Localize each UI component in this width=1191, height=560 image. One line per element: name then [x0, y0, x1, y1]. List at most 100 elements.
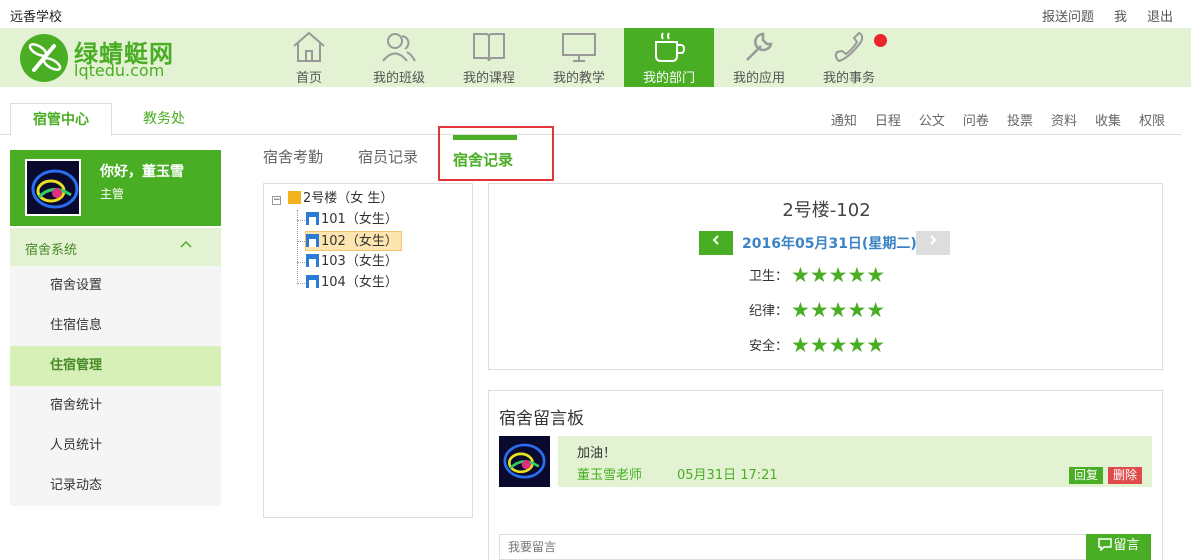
tab-academic-office[interactable]: 教务处 — [126, 103, 202, 136]
post-message-button[interactable]: 留言 — [1086, 534, 1151, 560]
subnav-vote[interactable]: 投票 — [1007, 110, 1033, 129]
top-utility-bar: 远香学校 报送问题 我 退出 — [0, 0, 1191, 28]
tree-collapse-toggle[interactable]: − — [272, 196, 281, 205]
message-board: 宿舍留言板 加油！ 董玉雪老师 05月31日 17:21 回复 删除 留言 — [488, 390, 1163, 560]
tab-dorm-center[interactable]: 宿管中心 — [10, 103, 112, 136]
tree-connector — [297, 210, 298, 284]
message-item: 加油！ 董玉雪老师 05月31日 17:21 回复 删除 — [558, 436, 1152, 487]
tab-dorm-records[interactable]: 宿舍记录 — [453, 149, 513, 170]
report-issue-link[interactable]: 报送问题 — [1042, 6, 1094, 25]
school-name: 远香学校 — [10, 10, 63, 25]
nav-my-courses[interactable]: 我的课程 — [444, 28, 534, 87]
nav-label: 我的事务 — [822, 71, 875, 86]
reply-button[interactable]: 回复 — [1069, 467, 1103, 484]
subnav-documents[interactable]: 公文 — [919, 110, 945, 129]
room-icon — [306, 275, 319, 288]
avatar — [499, 436, 550, 487]
nav-label: 我的部门 — [642, 71, 695, 86]
score-label: 安全： — [749, 339, 789, 354]
tree-node-room[interactable]: 104（女生） — [306, 273, 398, 293]
sidebar-section-label: 宿舍系统 — [25, 243, 78, 258]
chevron-right-icon — [930, 235, 937, 245]
subnav-collect[interactable]: 收集 — [1095, 110, 1121, 129]
top-links: 报送问题 我 退出 — [1042, 6, 1173, 25]
main-nav: 首页 我的班级 我的课程 我的教学 我的部门 我的应用 我的事务 — [264, 28, 894, 87]
room-title: 2号楼-102 — [782, 200, 871, 221]
nav-label: 我的班级 — [372, 71, 425, 86]
tree-node-room-selected[interactable]: 102（女生） — [305, 231, 402, 251]
tab-resident-records[interactable]: 宿员记录 — [358, 146, 418, 167]
logo[interactable]: 绿蜻蜓网 lqtedu.com — [18, 30, 258, 84]
nav-my-teaching[interactable]: 我的教学 — [534, 28, 624, 87]
next-day-button[interactable] — [916, 231, 950, 255]
chevron-up-icon — [180, 240, 192, 248]
active-tab-indicator — [453, 135, 517, 140]
tree-node-room[interactable]: 103（女生） — [306, 252, 398, 272]
subnav-schedule[interactable]: 日程 — [875, 110, 901, 129]
logout-link[interactable]: 退出 — [1147, 6, 1173, 25]
avatar[interactable] — [25, 159, 81, 216]
message-input[interactable] — [499, 534, 1087, 560]
home-icon — [293, 31, 325, 62]
department-tabs: 宿管中心 教务处 通知 日程 公文 问卷 投票 资料 收集 权限 — [0, 101, 1181, 136]
nav-my-class[interactable]: 我的班级 — [354, 28, 444, 87]
sidebar-item-dorm-settings[interactable]: 宿舍设置 — [10, 266, 221, 306]
tree-node-room[interactable]: 101（女生） — [306, 210, 398, 230]
sidebar-item-dorm-stats[interactable]: 宿舍统计 — [10, 386, 221, 426]
cup-icon — [655, 32, 686, 62]
header: 绿蜻蜓网 lqtedu.com 首页 我的班级 我的课程 我的教学 我的部门 我… — [0, 28, 1191, 87]
tree-node-building[interactable]: 2号楼（女 生） — [288, 189, 393, 209]
nav-label: 我的应用 — [732, 71, 785, 86]
people-icon — [382, 33, 416, 62]
sub-nav: 通知 日程 公文 问卷 投票 资料 收集 权限 — [831, 110, 1165, 129]
sidebar-item-record-activity[interactable]: 记录动态 — [10, 466, 221, 506]
sidebar-item-people-stats[interactable]: 人员统计 — [10, 426, 221, 466]
dorm-record-panel: 2号楼-102 2016年05月31日(星期二) 卫生： ★★★★★ 纪律： ★… — [488, 183, 1163, 370]
nav-label: 我的课程 — [462, 71, 515, 86]
user-card: 你好，董玉雪 主管 — [10, 150, 221, 226]
sidebar-item-lodging-info[interactable]: 住宿信息 — [10, 306, 221, 346]
chevron-left-icon — [712, 235, 719, 245]
room-icon — [306, 212, 319, 225]
sidebar-section-dorm-system[interactable]: 宿舍系统 — [10, 228, 221, 266]
delete-button[interactable]: 删除 — [1108, 467, 1142, 484]
subnav-files[interactable]: 资料 — [1051, 110, 1077, 129]
user-role: 主管 — [100, 187, 125, 201]
room-icon — [306, 234, 319, 247]
message-time: 05月31日 17:21 — [677, 468, 778, 483]
user-greeting: 你好，董玉雪 — [100, 164, 184, 180]
subnav-survey[interactable]: 问卷 — [963, 110, 989, 129]
dragonfly-logo-icon — [20, 34, 68, 82]
current-date: 2016年05月31日(星期二) — [742, 236, 917, 252]
nav-label: 我的教学 — [552, 71, 605, 86]
monitor-icon — [562, 33, 596, 62]
nav-my-department[interactable]: 我的部门 — [624, 28, 714, 87]
message-author[interactable]: 董玉雪老师 — [577, 464, 642, 483]
logo-text-en: lqtedu.com — [74, 61, 165, 80]
nav-my-apps[interactable]: 我的应用 — [714, 28, 804, 87]
date-navigator: 2016年05月31日(星期二) — [699, 231, 951, 255]
me-link[interactable]: 我 — [1114, 6, 1127, 25]
room-icon — [306, 254, 319, 267]
message-text: 加油！ — [577, 446, 617, 461]
sidebar-menu: 宿舍设置 住宿信息 住宿管理 宿舍统计 人员统计 记录动态 — [10, 266, 221, 506]
prev-day-button[interactable] — [699, 231, 733, 255]
message-board-title: 宿舍留言板 — [499, 409, 584, 429]
nav-label: 首页 — [295, 71, 322, 86]
score-label: 卫生： — [749, 269, 789, 284]
star-rating[interactable]: ★★★★★ — [791, 334, 885, 356]
notification-dot — [874, 34, 887, 47]
score-label: 纪律： — [749, 304, 789, 319]
sidebar-item-lodging-management[interactable]: 住宿管理 — [10, 346, 221, 386]
star-rating[interactable]: ★★★★★ — [791, 299, 885, 321]
building-icon — [288, 191, 301, 204]
wrench-icon — [746, 32, 773, 61]
book-icon — [473, 33, 505, 62]
tab-dorm-attendance[interactable]: 宿舍考勤 — [263, 146, 323, 167]
subnav-notice[interactable]: 通知 — [831, 110, 857, 129]
nav-home[interactable]: 首页 — [264, 28, 354, 87]
phone-icon — [834, 31, 864, 63]
subnav-permissions[interactable]: 权限 — [1139, 110, 1165, 129]
star-rating[interactable]: ★★★★★ — [791, 264, 885, 286]
speech-bubble-icon — [1098, 538, 1113, 552]
